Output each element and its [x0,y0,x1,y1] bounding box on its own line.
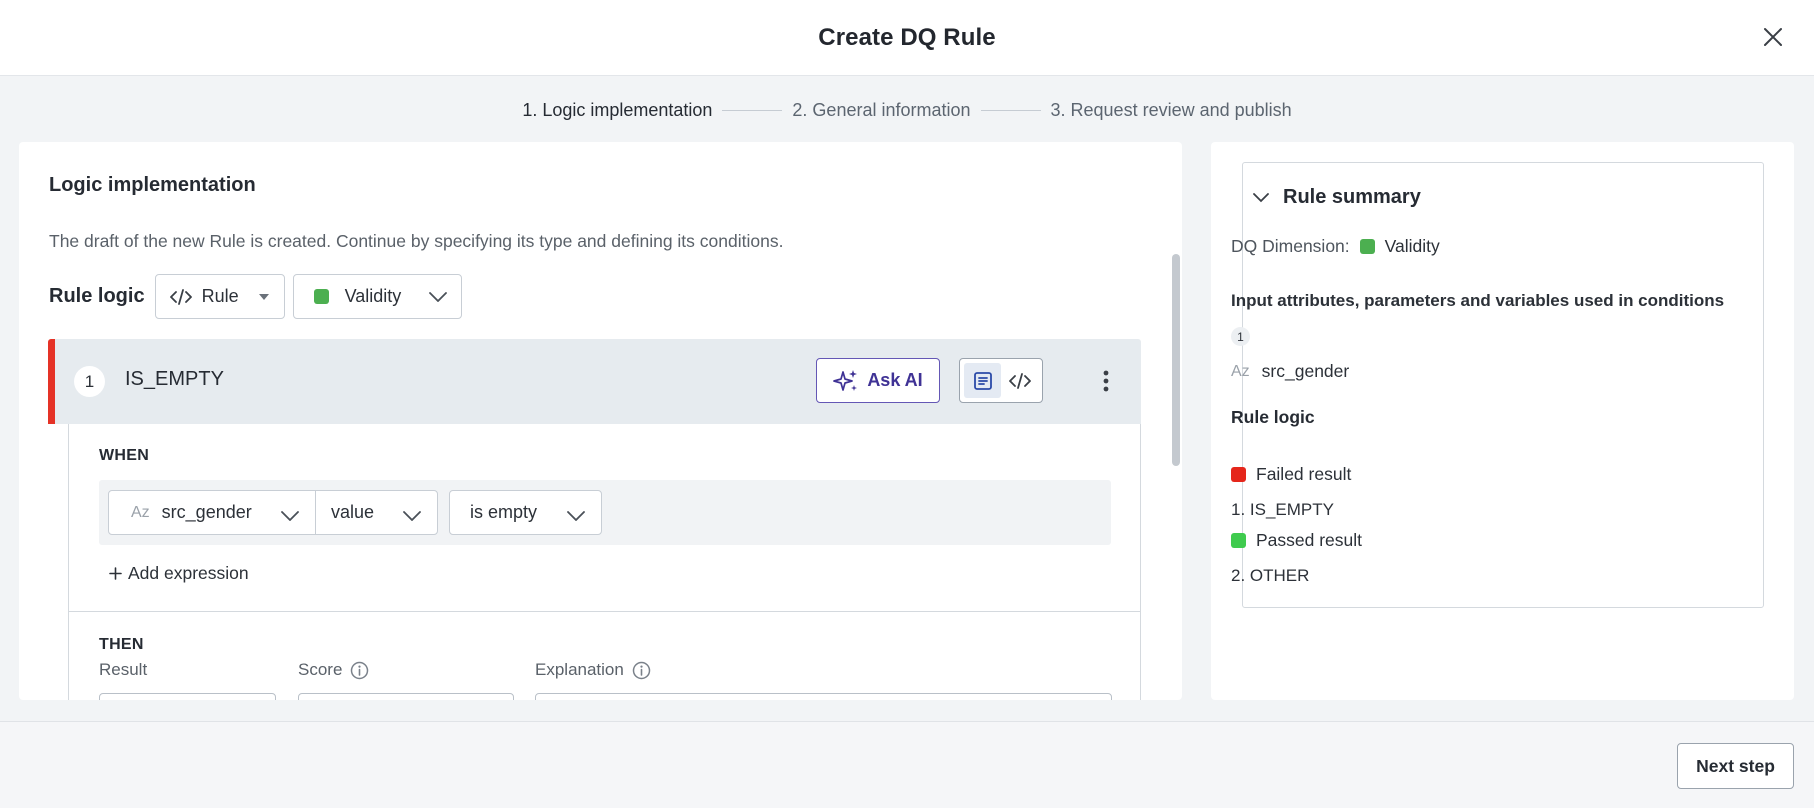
score-input[interactable] [298,693,514,700]
failed-condition: 1. IS_EMPTY [1231,500,1334,519]
when-label: WHEN [99,447,150,464]
scrollbar-thumb[interactable] [1172,254,1180,466]
then-label: THEN [99,636,144,653]
dq-dimension-value: Validity [1384,236,1440,256]
step-request-review[interactable]: 3. Request review and publish [1051,100,1292,121]
function-select[interactable]: value [315,490,438,535]
inputs-count-badge: 1 [1231,327,1250,346]
rule-logic-row: Rule logic Rule Validity [49,274,462,319]
result-label-text: Result [99,660,148,679]
panel-title: Logic implementation [49,174,256,196]
rule-logic-label: Rule logic [49,285,145,307]
info-icon[interactable] [632,661,651,680]
explanation-input[interactable] [535,693,1112,700]
function-value: value [331,502,375,522]
next-step-button[interactable]: Next step [1677,743,1794,789]
operator-value: is empty [470,502,538,522]
code-editor-icon[interactable] [1001,363,1038,398]
logic-implementation-panel: Logic implementation The draft of the ne… [19,142,1182,700]
rule-summary-panel: Rule summary DQ Dimension: Validity Inpu… [1211,142,1794,700]
attribute-select[interactable]: Az src_gender [108,490,316,535]
string-type-icon: Az [1231,362,1250,380]
step-logic-implementation[interactable]: 1. Logic implementation [522,100,712,121]
dimension-value: Validity [344,286,402,306]
dimension-color-swatch [313,289,329,304]
dimension-select[interactable]: Validity [292,274,462,319]
chevron-down-icon [281,505,299,526]
dimension-color-swatch [1359,239,1375,254]
wizard-stepper: 1. Logic implementation 2. General infor… [0,96,1814,124]
rule-summary-title: Rule summary [1283,186,1421,208]
section-divider [69,611,1140,612]
dq-dimension-row: DQ Dimension: Validity [1231,236,1440,257]
step-connector [980,109,1041,111]
add-expression-button[interactable]: Add expression [109,563,249,584]
sparkles-icon [833,368,859,394]
condition-name[interactable]: IS_EMPTY [125,368,224,391]
result-select[interactable] [99,693,276,700]
failed-result-swatch [1231,467,1246,482]
rule-type-value: Rule [201,286,239,306]
rule-summary-toggle[interactable]: Rule summary [1253,186,1421,209]
expression-row: Az src_gender value is empty [99,480,1111,545]
step-general-information[interactable]: 2. General information [792,100,970,121]
attribute-value: src_gender [161,502,252,522]
rule-type-select[interactable]: Rule [154,274,285,319]
condition-number: 1 [74,366,105,397]
inputs-title: Input attributes, parameters and variabl… [1231,291,1725,310]
ask-ai-label: Ask AI [867,370,923,390]
failed-result-label: Failed result [1256,464,1352,484]
passed-result-swatch [1231,533,1246,548]
score-label-text: Score [298,660,343,679]
dq-dimension-label: DQ Dimension: [1231,236,1350,256]
ask-ai-button[interactable]: Ask AI [816,358,940,403]
explanation-label-text: Explanation [535,660,624,679]
plus-icon [109,567,122,580]
caret-down-icon [258,293,270,301]
chevron-down-icon [1253,192,1269,203]
visual-editor-icon[interactable] [964,363,1001,398]
input-attribute-item: Az src_gender [1231,361,1349,382]
view-mode-toggle [959,358,1043,403]
condition-body: WHEN Az src_gender value is empty Add ex… [68,424,1141,700]
info-icon[interactable] [350,661,369,680]
chevron-down-icon [567,505,585,526]
passed-result-row: Passed result [1231,530,1362,551]
input-attribute-name: src_gender [1261,361,1350,381]
chevron-down-icon [403,505,421,526]
condition-card: 1 IS_EMPTY Ask AI WHEN Az src_gender val… [48,339,1141,700]
code-icon [169,288,192,306]
passed-condition: 2. OTHER [1231,566,1310,585]
chevron-down-icon [428,291,447,302]
operator-select[interactable]: is empty [449,490,602,535]
add-expression-label: Add expression [128,563,249,583]
score-label: Score [298,660,369,680]
result-label: Result [99,660,147,680]
step-connector [722,109,783,111]
panel-description: The draft of the new Rule is created. Co… [49,231,784,251]
condition-header: 1 IS_EMPTY Ask AI [48,339,1141,424]
more-options-icon[interactable] [1094,366,1118,396]
string-type-icon: Az [131,503,150,521]
passed-result-label: Passed result [1256,530,1363,550]
dialog-title: Create DQ Rule [818,23,996,51]
dialog-header: Create DQ Rule [0,0,1814,76]
close-icon[interactable] [1758,22,1788,52]
dialog-footer: Next step [0,721,1814,808]
failed-result-row: Failed result [1231,464,1351,485]
explanation-label: Explanation [535,660,651,680]
rule-logic-title: Rule logic [1231,407,1315,427]
